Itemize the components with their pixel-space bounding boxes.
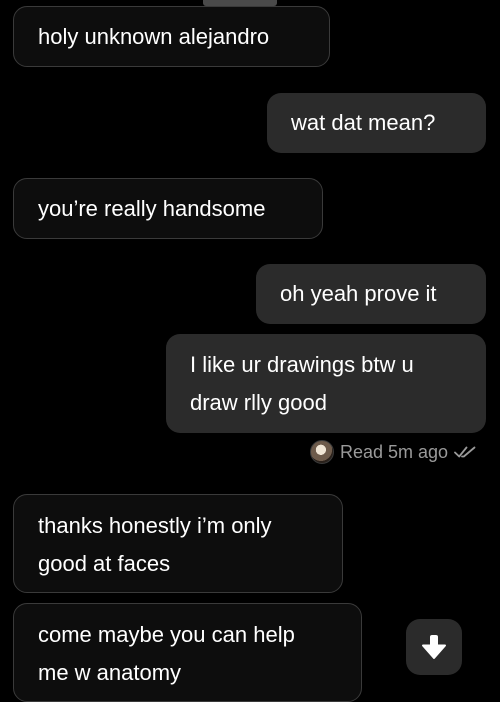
read-receipt: Read 5m ago — [310, 438, 476, 466]
message-bubble-incoming[interactable]: you’re really handsome — [13, 178, 323, 239]
double-check-icon — [454, 445, 476, 459]
message-bubble-outgoing[interactable]: I like ur drawings btw u draw rlly good — [166, 334, 486, 433]
message-bubble-incoming[interactable]: thanks honestly i’m only good at faces — [13, 494, 343, 593]
message-text-line: me w anatomy — [38, 660, 182, 685]
message-text-line: draw rlly good — [190, 390, 327, 415]
message-bubble-outgoing[interactable]: wat dat mean? — [267, 93, 486, 153]
message-bubble-incoming[interactable]: come maybe you can help me w anatomy — [13, 603, 362, 702]
message-text: wat dat mean? — [291, 110, 436, 135]
message-text-line: come maybe you can help — [38, 622, 295, 647]
message-text: you’re really handsome — [38, 196, 266, 221]
message-text: holy unknown alejandro — [38, 24, 270, 49]
read-status-text: Read 5m ago — [340, 441, 449, 462]
message-text-line: good at faces — [38, 551, 171, 576]
arrow-down-icon — [419, 632, 449, 662]
message-text-line: thanks honestly i’m only — [38, 513, 272, 538]
message-bubble-incoming[interactable]: holy unknown alejandro — [13, 6, 330, 67]
message-text-line: I like ur drawings btw u — [190, 352, 414, 377]
message-bubble-outgoing[interactable]: oh yeah prove it — [256, 264, 486, 324]
chat-thread: holy unknown alejandro wat dat mean? you… — [0, 0, 500, 702]
scroll-to-bottom-button[interactable] — [406, 619, 462, 675]
message-text: oh yeah prove it — [280, 281, 437, 306]
avatar — [310, 440, 334, 464]
